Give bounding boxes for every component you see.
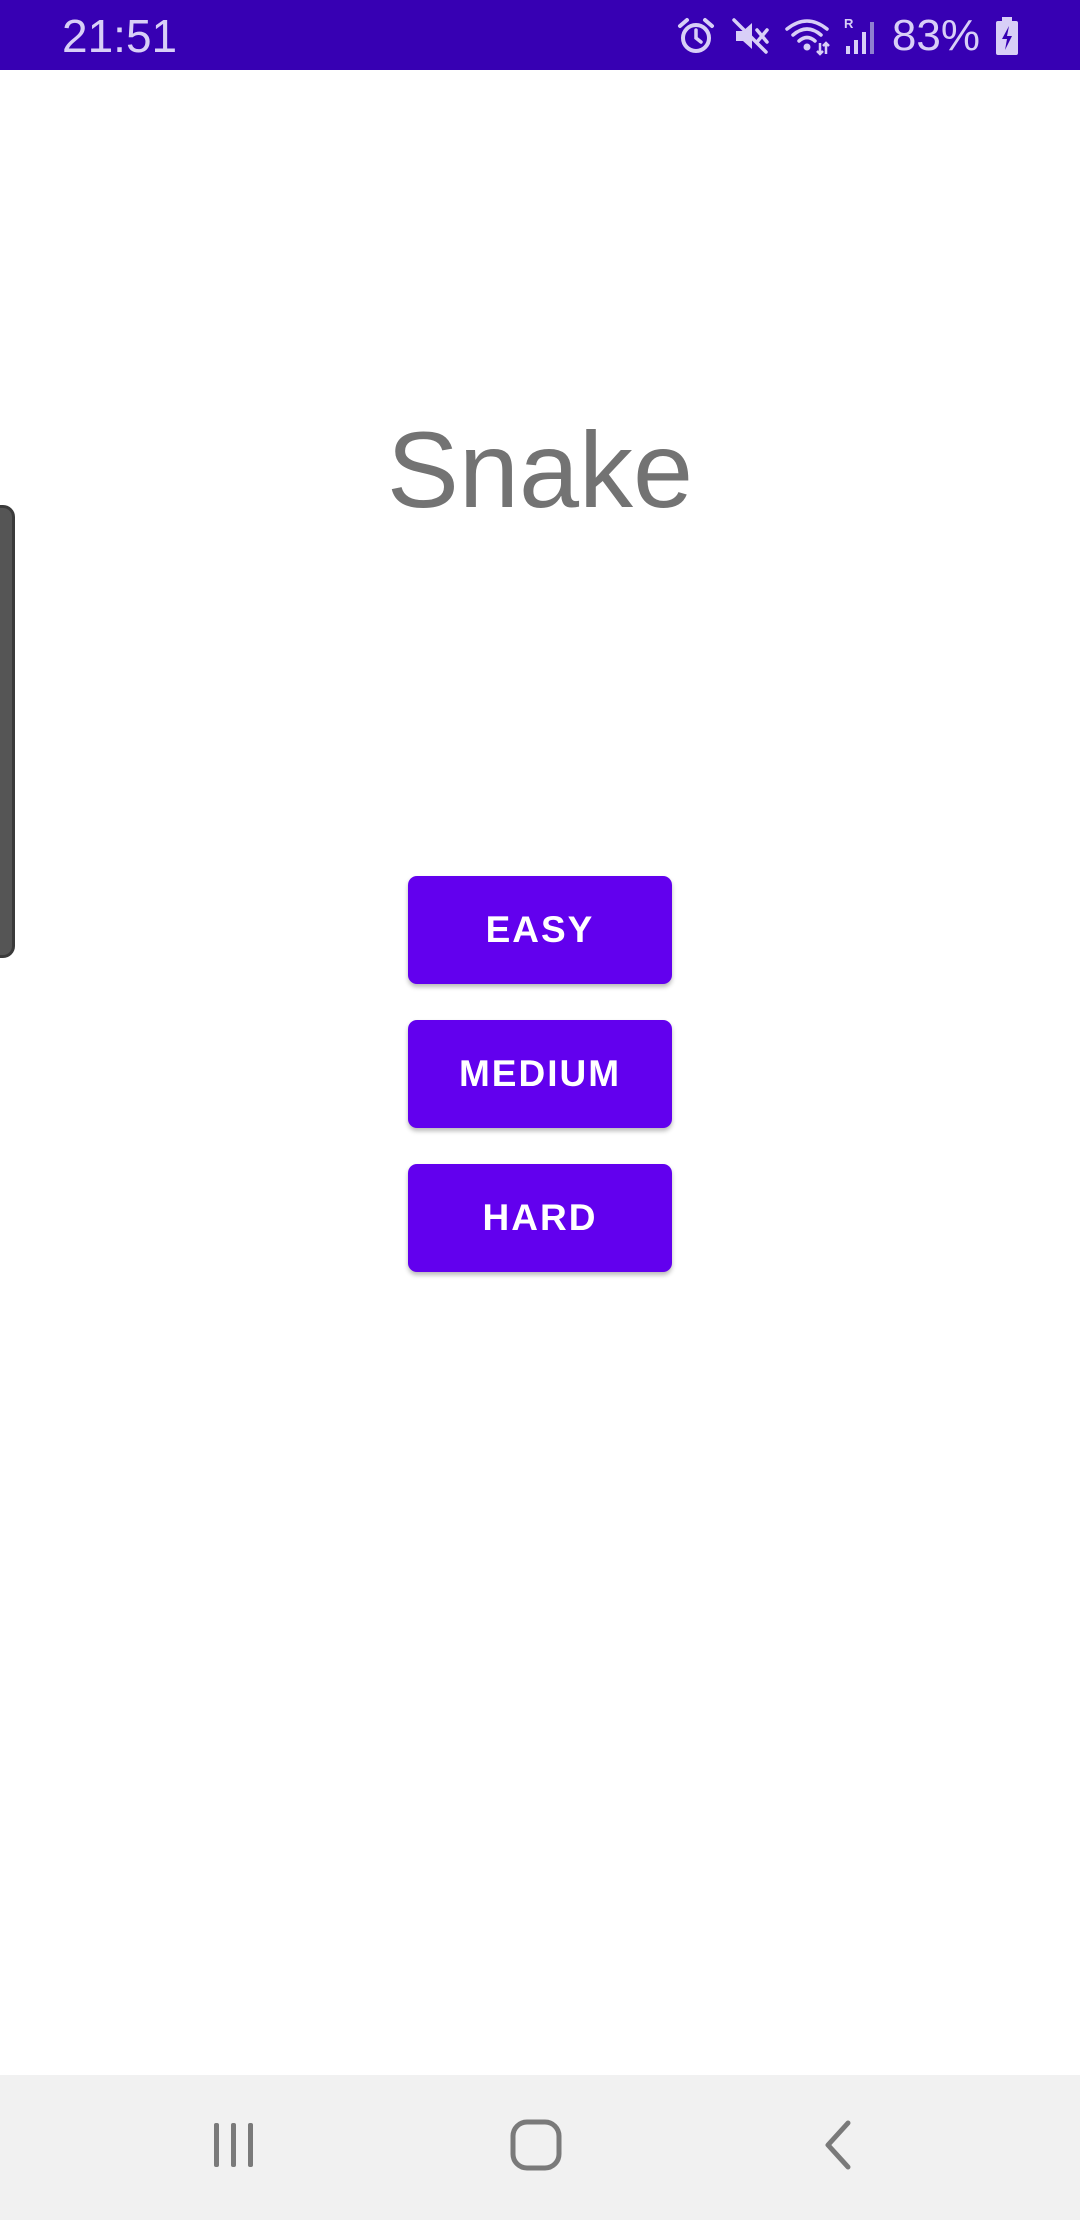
back-button[interactable] xyxy=(738,2075,938,2220)
battery-charging-icon xyxy=(994,16,1020,56)
recents-button[interactable] xyxy=(134,2075,334,2220)
main-menu-screen: 21:51 R 83% Snake EASY MEDIUM HARD xyxy=(0,0,1080,2220)
signal-icon: R xyxy=(844,16,878,56)
status-time: 21:51 xyxy=(62,10,178,62)
recents-icon xyxy=(210,2121,258,2174)
status-icons: R 83% xyxy=(676,10,1020,62)
edge-panel-handle[interactable] xyxy=(0,505,15,958)
alarm-icon xyxy=(676,16,716,56)
svg-text:R: R xyxy=(844,16,854,31)
wifi-icon xyxy=(784,16,830,56)
app-title: Snake xyxy=(386,409,694,530)
hard-button[interactable]: HARD xyxy=(408,1164,672,1272)
mute-icon xyxy=(730,16,770,56)
home-button[interactable] xyxy=(436,2075,636,2220)
status-bar: 21:51 R 83% xyxy=(0,0,1080,70)
navigation-bar xyxy=(0,2075,1080,2220)
easy-button[interactable]: EASY xyxy=(408,876,672,984)
battery-percent: 83% xyxy=(891,11,980,60)
home-icon xyxy=(510,2119,562,2176)
back-icon xyxy=(820,2119,856,2176)
medium-button[interactable]: MEDIUM xyxy=(408,1020,672,1128)
